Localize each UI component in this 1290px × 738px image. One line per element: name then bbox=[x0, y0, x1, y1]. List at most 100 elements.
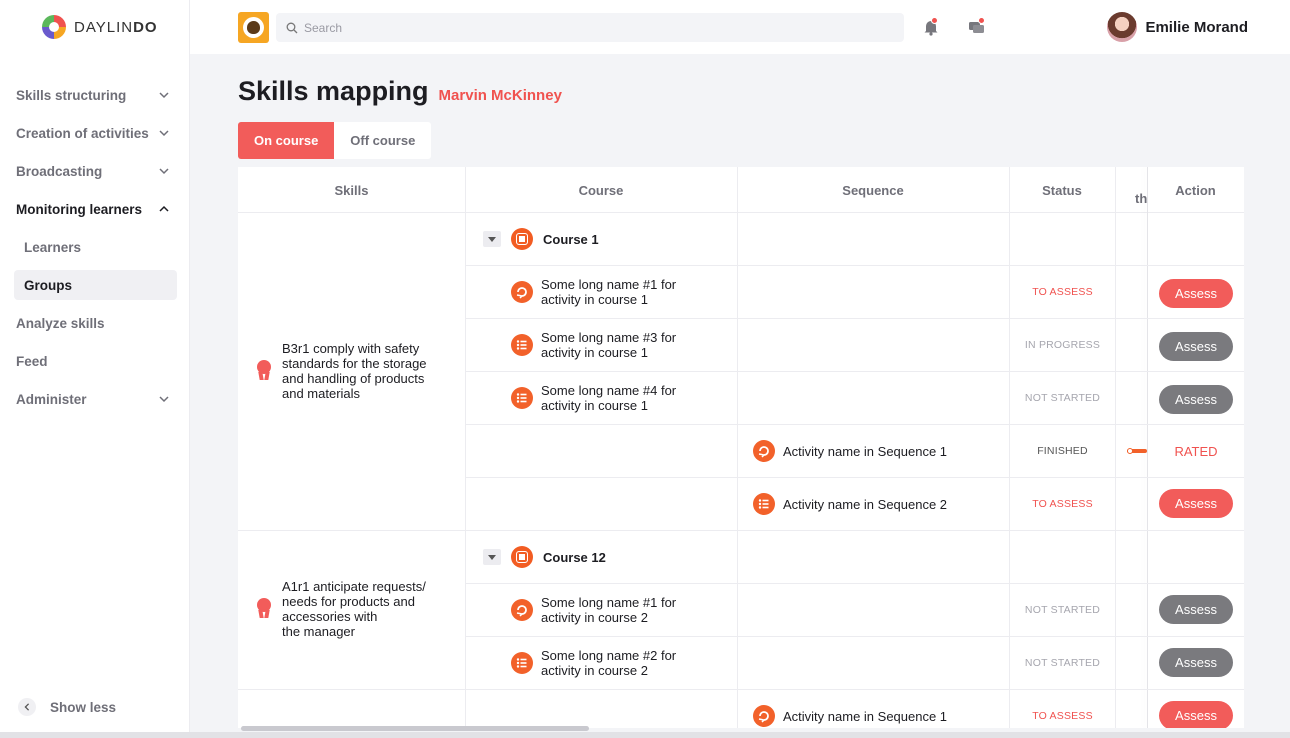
chevron-up-icon bbox=[157, 202, 171, 216]
course-name[interactable]: Course 1 bbox=[543, 232, 599, 247]
skill-text-line: needs for products and bbox=[282, 594, 415, 609]
chevron-down-icon bbox=[157, 88, 171, 102]
column-header-action[interactable]: Action bbox=[1147, 167, 1244, 213]
skill-text-line: and handling of products bbox=[282, 371, 425, 386]
sidebar-item-label: Broadcasting bbox=[16, 163, 103, 179]
tab-on-course[interactable]: On course bbox=[238, 122, 335, 159]
chevron-down-icon bbox=[157, 392, 171, 406]
logo-icon bbox=[42, 15, 66, 39]
assess-button[interactable]: Assess bbox=[1159, 648, 1233, 677]
activity-loop-icon bbox=[753, 440, 775, 462]
activity-name-line: activity in course 2 bbox=[541, 610, 648, 625]
chevron-left-icon bbox=[18, 698, 36, 716]
window-bottom-edge bbox=[0, 732, 1290, 738]
collapse-toggle[interactable] bbox=[483, 549, 501, 565]
sequence-activity-name[interactable]: Activity name in Sequence 1 bbox=[783, 444, 947, 459]
skill-cell: A1r1 anticipate requests/ needs for prod… bbox=[256, 579, 456, 639]
column-divider bbox=[737, 167, 738, 728]
activity-list-icon bbox=[511, 387, 533, 409]
user-name: Emilie Morand bbox=[1145, 18, 1248, 36]
tabs: On course Off course bbox=[238, 122, 432, 159]
activity-cell: Some long name #2 for activity in course… bbox=[511, 648, 676, 678]
logo[interactable]: DAYLINDO bbox=[0, 0, 189, 54]
activity-loop-icon bbox=[511, 281, 533, 303]
page-title: Skills mapping bbox=[238, 76, 429, 106]
row-divider bbox=[465, 636, 1244, 637]
notification-dot bbox=[931, 17, 938, 24]
activity-name-line: Some long name #1 for bbox=[541, 277, 677, 292]
sidebar-item-label: Analyze skills bbox=[16, 315, 105, 331]
action-column-edge bbox=[1147, 167, 1148, 728]
sidebar-item-broadcasting[interactable]: Broadcasting bbox=[0, 152, 189, 190]
activity-loop-icon bbox=[753, 705, 775, 727]
status-badge: TO ASSESS bbox=[1032, 710, 1093, 722]
collapse-toggle[interactable] bbox=[483, 231, 501, 247]
skill-text-line: the manager bbox=[282, 624, 355, 639]
row-divider bbox=[465, 477, 1244, 478]
assess-button[interactable]: Assess bbox=[1159, 385, 1233, 414]
column-header-course[interactable]: Course bbox=[465, 167, 737, 213]
activity-loop-icon bbox=[511, 599, 533, 621]
sidebar-item-creation-of-activities[interactable]: Creation of activities bbox=[0, 114, 189, 152]
assess-button[interactable]: Assess bbox=[1159, 332, 1233, 361]
assess-button[interactable]: Assess bbox=[1159, 279, 1233, 308]
course-row: Course 1 bbox=[483, 228, 599, 250]
column-header-sequence[interactable]: Sequence bbox=[737, 167, 1009, 213]
search-icon bbox=[286, 22, 298, 33]
row-divider bbox=[465, 318, 1244, 319]
activity-list-icon bbox=[511, 652, 533, 674]
column-header-truncated: th bbox=[1135, 191, 1148, 206]
horizontal-scrollbar[interactable] bbox=[238, 725, 1244, 731]
sidebar-subitem-groups[interactable]: Groups bbox=[14, 270, 177, 300]
rated-label: RATED bbox=[1174, 444, 1218, 459]
activity-name-line: activity in course 1 bbox=[541, 292, 648, 307]
assess-button[interactable]: Assess bbox=[1159, 489, 1233, 518]
caret-down-icon bbox=[488, 554, 496, 560]
sidebar-item-feed[interactable]: Feed bbox=[0, 342, 189, 380]
notifications-button[interactable] bbox=[922, 17, 940, 41]
activity-name-line: Some long name #3 for bbox=[541, 330, 677, 345]
skill-text-line: standards for the storage bbox=[282, 356, 427, 371]
scrollbar-thumb[interactable] bbox=[241, 726, 589, 731]
show-less-button[interactable]: Show less bbox=[18, 698, 116, 716]
column-header-skills[interactable]: Skills bbox=[238, 167, 465, 213]
sidebar-item-analyze-skills[interactable]: Analyze skills bbox=[0, 304, 189, 342]
status-badge: NOT STARTED bbox=[1024, 392, 1101, 404]
learner-name: Marvin McKinney bbox=[438, 87, 562, 104]
user-menu[interactable]: Emilie Morand bbox=[1107, 12, 1248, 42]
status-badge: FINISHED bbox=[1037, 445, 1088, 457]
sequence-activity-name[interactable]: Activity name in Sequence 2 bbox=[783, 497, 947, 512]
assess-button[interactable]: Assess bbox=[1159, 701, 1233, 728]
sidebar-item-skills-structuring[interactable]: Skills structuring bbox=[0, 76, 189, 114]
caret-down-icon bbox=[488, 236, 496, 242]
activity-name-line: activity in course 1 bbox=[541, 345, 648, 360]
activity-name-line: Some long name #2 for bbox=[541, 648, 677, 663]
sidebar: DAYLINDO Skills structuring Creation of … bbox=[0, 0, 190, 738]
progress-indicator bbox=[1127, 448, 1147, 454]
column-header-status[interactable]: Status bbox=[1009, 167, 1115, 213]
course-row: Course 12 bbox=[483, 546, 606, 568]
chevron-down-icon bbox=[157, 126, 171, 140]
skills-table: Skills Course Sequence Status Action th … bbox=[238, 167, 1244, 728]
sidebar-item-monitoring-learners[interactable]: Monitoring learners bbox=[0, 190, 189, 228]
search-input[interactable] bbox=[304, 20, 884, 35]
skill-cell: B3r1 comply with safety standards for th… bbox=[256, 341, 456, 401]
sidebar-item-label: Feed bbox=[16, 353, 48, 369]
app-switcher-icon[interactable] bbox=[238, 12, 269, 43]
skill-text-line: B3r1 comply with safety bbox=[282, 341, 420, 356]
tab-off-course[interactable]: Off course bbox=[334, 122, 432, 159]
sequence-activity-cell: Activity name in Sequence 1 bbox=[753, 705, 947, 727]
sequence-activity-name[interactable]: Activity name in Sequence 1 bbox=[783, 709, 947, 724]
row-divider bbox=[465, 265, 1244, 266]
sidebar-subitem-learners[interactable]: Learners bbox=[0, 228, 189, 266]
messages-button[interactable] bbox=[968, 17, 986, 41]
sidebar-item-label: Creation of activities bbox=[16, 125, 149, 141]
skill-text-line: and materials bbox=[282, 386, 361, 401]
sidebar-item-label: Monitoring learners bbox=[16, 201, 143, 217]
course-name[interactable]: Course 12 bbox=[543, 550, 606, 565]
sidebar-item-administer[interactable]: Administer bbox=[0, 380, 189, 418]
status-badge: TO ASSESS bbox=[1032, 286, 1093, 298]
activity-cell: Some long name #1 for activity in course… bbox=[511, 277, 676, 307]
assess-button[interactable]: Assess bbox=[1159, 595, 1233, 624]
skill-text-line: A1r1 anticipate requests/ bbox=[282, 579, 426, 594]
